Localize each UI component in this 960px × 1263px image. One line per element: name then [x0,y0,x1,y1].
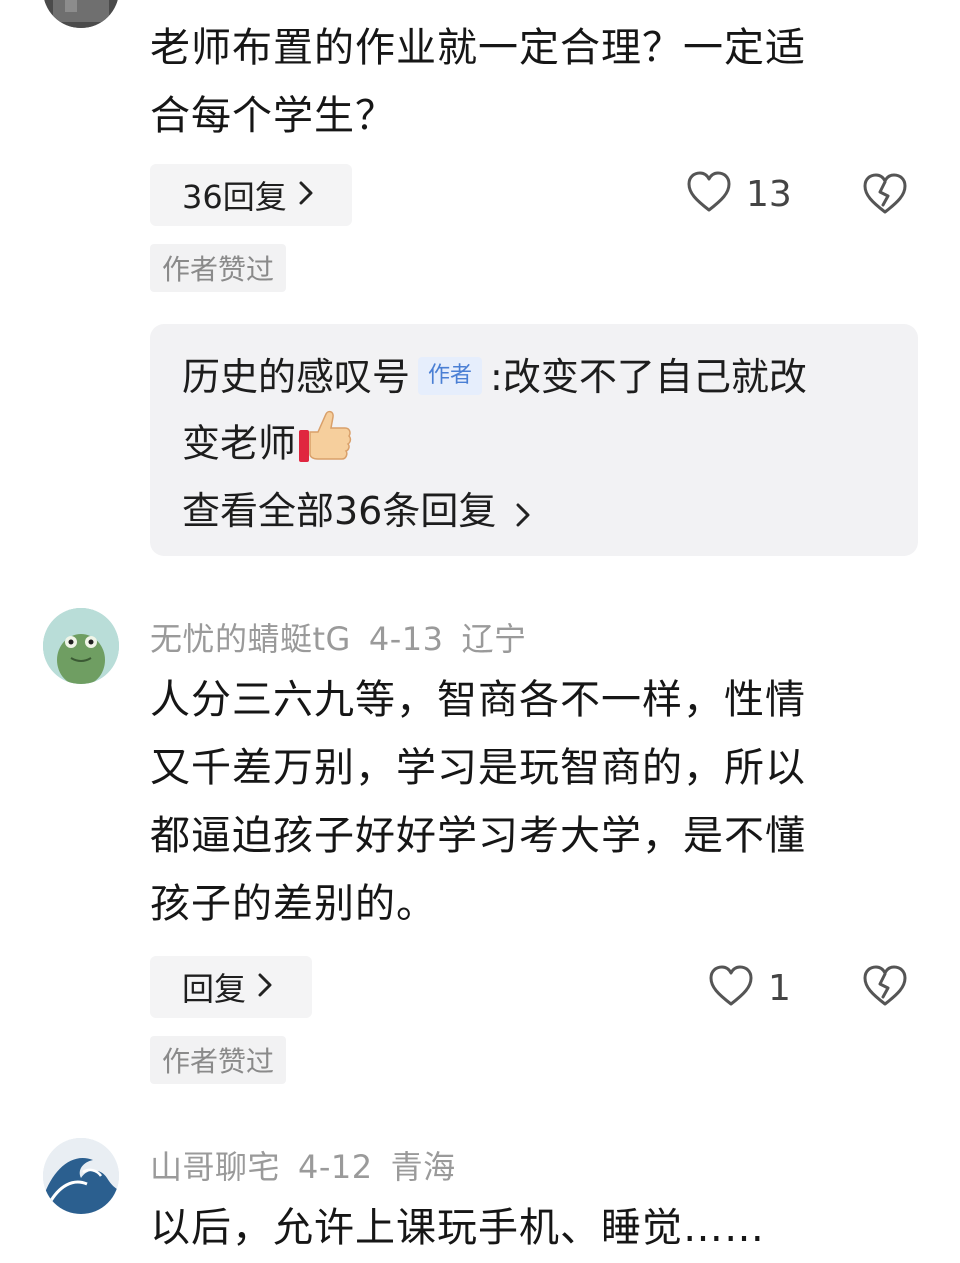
author-liked-badge: 作者赞过 [150,1036,287,1084]
like-count: 13 [746,173,792,215]
frog-avatar-image [43,608,119,684]
comment-text: 人分三六九等，智商各不一样，性情 又千差万别，学习是玩智商的，所以 都逼迫孩子好… [150,666,940,938]
like-button[interactable]: 13 [686,170,792,218]
comment-text-line: 合每个学生？ [150,93,396,139]
view-all-replies-link[interactable]: 查看全部36条回复 [182,480,530,545]
reply-button-label: 回复 [182,970,247,1008]
comment-text-line: 以后，允许上课玩手机、睡觉…… [150,1205,765,1251]
reply-button[interactable]: 36回复 [150,164,352,226]
view-all-replies-label: 查看全部36条回复 [182,489,497,533]
reply-text: 变老师 [182,421,297,466]
chevron-right-icon [516,483,530,545]
comment-text-line: 孩子的差别的。 [150,881,437,927]
chevron-right-icon [258,970,272,1005]
comment-text: 老师布置的作业就一定合理？一定适 合每个学生？ [150,14,940,150]
comment-text-line: 老师布置的作业就一定合理？一定适 [150,25,806,71]
reply-button-label: 36回复 [182,178,287,216]
comment-text-line: 人分三六九等，智商各不一样，性情 [150,677,806,723]
comment-date: 4-12 [298,1148,373,1186]
reply-button[interactable]: 回复 [150,956,312,1018]
author-tag: 作者 [418,356,483,395]
reply-preview-line: 变老师 [182,408,352,484]
comment-text-line: 又千差万别，学习是玩智商的，所以 [150,745,806,791]
chevron-right-icon [299,178,313,213]
thumbs-up-emoji [296,408,352,484]
author-liked-badge: 作者赞过 [150,244,287,292]
comment-location: 辽宁 [461,620,527,658]
dislike-button[interactable] [862,964,908,1012]
comment-date: 4-13 [368,620,444,658]
heart-icon [686,170,732,218]
wave-avatar-image [43,1138,119,1214]
author-liked-label: 作者赞过 [162,1045,275,1078]
avatar[interactable] [43,1138,119,1214]
reply-username[interactable]: 历史的感叹号 [182,355,410,399]
comment-text-line: 都逼迫孩子好好学习考大学，是不懂 [150,813,806,859]
broken-heart-icon [862,965,908,1012]
avatar[interactable] [43,0,119,28]
like-count: 1 [768,967,791,1009]
heart-icon [708,964,754,1012]
reply-preview[interactable]: 历史的感叹号 作者:改变不了自己就改 变老师 查看全部36条回复 [150,324,918,556]
comment-location: 青海 [390,1148,456,1186]
avatar[interactable] [43,608,119,684]
reply-preview-line: 历史的感叹号 作者:改变不了自己就改 [182,346,902,408]
dislike-button[interactable] [862,172,908,220]
comment-meta: 无忧的蜻蜓tG 4-13 辽宁 [150,614,545,660]
author-liked-label: 作者赞过 [162,253,275,286]
username[interactable]: 无忧的蜻蜓tG [150,620,351,658]
like-button[interactable]: 1 [708,964,791,1012]
comment-meta: 山哥聊宅 4-12 青海 [150,1142,474,1188]
reply-separator: : [490,355,503,399]
avatar-image [43,0,119,28]
username[interactable]: 山哥聊宅 [150,1148,280,1186]
comment-text: 以后，允许上课玩手机、睡觉…… [150,1194,940,1262]
broken-heart-icon [862,173,908,220]
reply-text: 改变不了自己就改 [502,355,807,399]
